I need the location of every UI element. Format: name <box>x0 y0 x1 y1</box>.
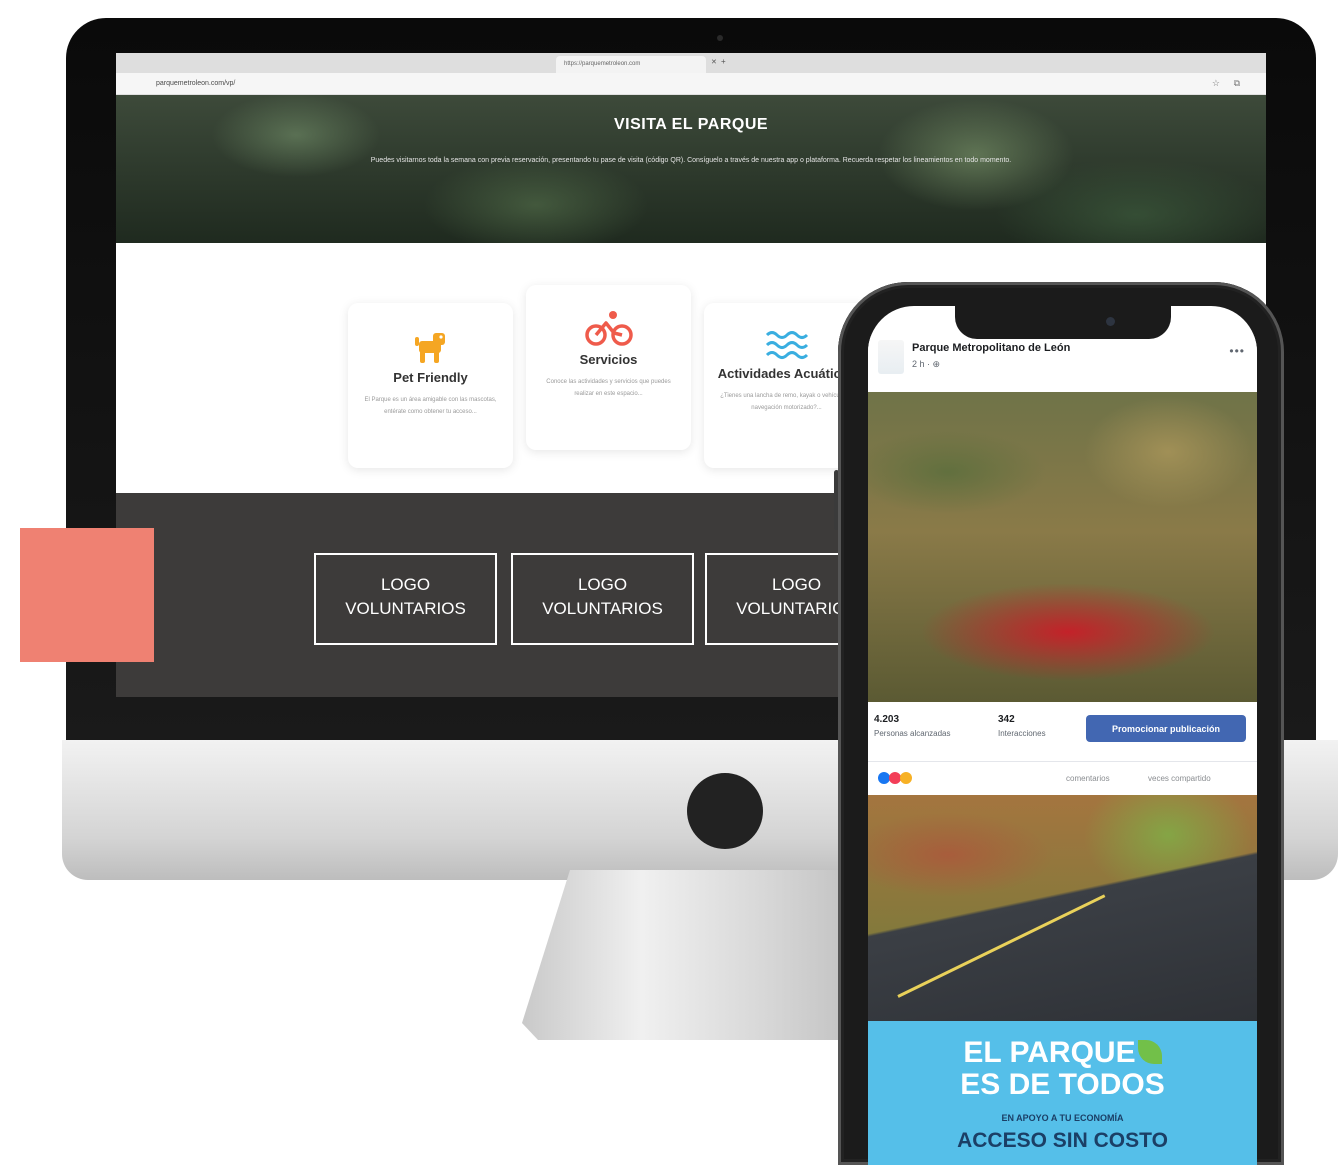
voluntarios-logo-placeholder: LOGO VOLUNTARIOS <box>511 553 694 645</box>
road-center-line <box>897 894 1106 998</box>
card-servicios[interactable]: Servicios Conoce las actividades y servi… <box>526 285 691 450</box>
imac-camera <box>717 35 723 41</box>
card-title: Pet Friendly <box>393 370 468 385</box>
logo-sublabel: VOLUNTARIOS <box>345 599 466 618</box>
promote-post-button[interactable]: Promocionar publicación <box>1086 715 1246 742</box>
post-photo-volunteers[interactable] <box>868 392 1257 702</box>
address-bar[interactable]: parquemetroleon.com/vp/ ☆ ⧉ <box>116 73 1266 95</box>
browser-tab[interactable]: https://parquemetroleon.com <box>556 56 706 73</box>
phone-screen: Parque Metropolitano de León 2 h · ⊕ •••… <box>868 306 1257 1165</box>
promo-banner: EL PARQUE ES DE TODOS EN APOYO A TU ECON… <box>868 1021 1257 1165</box>
card-pet-friendly[interactable]: Pet Friendly El Parque es un área amigab… <box>348 303 513 468</box>
post-stats-bar: 4.203 Personas alcanzadas 342 Interaccio… <box>868 702 1257 762</box>
reach-label: Personas alcanzadas <box>874 729 951 738</box>
wow-reaction-icon[interactable] <box>900 772 912 784</box>
logo-label: LOGO <box>577 575 628 594</box>
decorative-coral-square <box>20 528 154 662</box>
fb-post-header: Parque Metropolitano de León 2 h · ⊕ ••• <box>868 336 1257 392</box>
promo-headline-line2: ES DE TODOS <box>960 1068 1165 1101</box>
tab-title: https://parquemetroleon.com <box>564 61 641 67</box>
promo-headline-line3: ACCESO SIN COSTO <box>957 1129 1168 1152</box>
phone-notch <box>955 306 1171 339</box>
logo-label: LOGO <box>380 575 431 594</box>
close-tab-icon[interactable]: ✕ <box>711 58 717 66</box>
promo-line1-text: EL PARQUE <box>963 1036 1136 1069</box>
interactions-count: 342 <box>998 714 1015 725</box>
hero-text: Puedes visitarnos toda la semana con pre… <box>370 157 1012 164</box>
voluntarios-logo-placeholder: LOGO VOLUNTARIOS <box>314 553 497 645</box>
reactions-bar: comentarios veces compartido <box>868 763 1257 795</box>
dog-icon <box>414 333 445 363</box>
url-text: parquemetroleon.com/vp/ <box>156 80 236 87</box>
leaf-icon <box>1137 1040 1162 1064</box>
promo-subline: EN APOYO A TU ECONOMÍA <box>1001 1113 1124 1123</box>
card-description: El Parque es un área amigable con las ma… <box>364 397 497 415</box>
shares-link[interactable]: veces compartido <box>1148 774 1211 783</box>
front-camera-icon <box>1106 317 1115 326</box>
comments-link[interactable]: comentarios <box>1066 774 1110 783</box>
logo-sublabel: VOLUNTARIOS <box>542 599 663 618</box>
bookmark-star-icon[interactable]: ☆ <box>1212 78 1220 89</box>
card-description: ¿Tienes una lancha de remo, kayak o vehí… <box>720 393 853 411</box>
reach-count: 4.203 <box>874 714 900 725</box>
new-tab-icon[interactable]: + <box>721 57 726 66</box>
page-name[interactable]: Parque Metropolitano de León <box>912 342 1070 354</box>
hero-title: VISITA EL PARQUE <box>613 116 769 133</box>
water-waves-icon <box>765 331 808 359</box>
more-options-icon[interactable]: ••• <box>1229 344 1245 358</box>
mockup-stage: https://parquemetroleon.com ✕ + parqueme… <box>0 0 1338 1165</box>
post-photo-road[interactable] <box>868 795 1257 1021</box>
promo-headline-line1: EL PARQUE <box>868 1037 1257 1069</box>
browser-tab-bar: https://parquemetroleon.com ✕ + <box>116 53 1266 73</box>
hero-section: VISITA EL PARQUE Puedes visitarnos toda … <box>116 95 1266 243</box>
post-time: 2 h · ⊕ <box>912 359 941 369</box>
interactions-label: Interacciones <box>998 729 1046 738</box>
bicycle-icon <box>584 311 633 346</box>
extensions-icon[interactable]: ⧉ <box>1234 78 1240 89</box>
page-avatar[interactable] <box>878 340 904 374</box>
card-title: Servicios <box>579 352 638 367</box>
card-description: Conoce las actividades y servicios que p… <box>546 379 671 397</box>
imac-logo <box>687 773 763 849</box>
